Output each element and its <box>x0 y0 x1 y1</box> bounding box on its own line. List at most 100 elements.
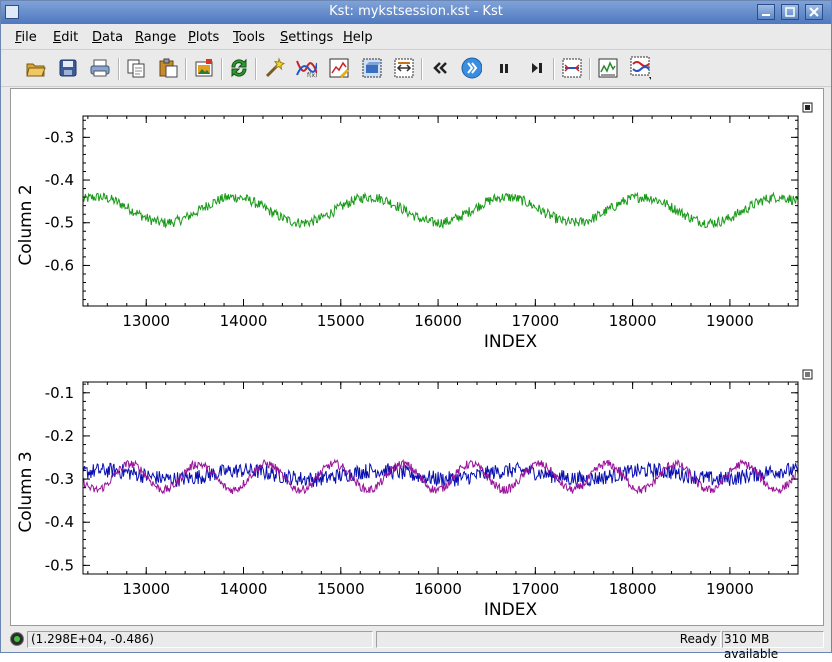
y-tick-label: -0.4 <box>45 171 74 189</box>
y-tick-label: -0.3 <box>45 470 74 488</box>
open-icon <box>26 63 46 77</box>
copy-button[interactable] <box>125 57 147 79</box>
menu-tools[interactable]: Tools <box>233 30 265 45</box>
advance-icon <box>532 63 542 73</box>
kst-window: Kst: mykstsession.kst - Kst File Edit Da… <box>0 0 832 661</box>
y-tick-label: -0.5 <box>45 556 74 574</box>
zoom-mode-button[interactable] <box>561 57 583 79</box>
x-tick-label: 14000 <box>220 312 268 330</box>
menu-data[interactable]: Data <box>92 30 123 45</box>
svg-text:f(x): f(x) <box>307 72 317 79</box>
y-tick-label: -0.3 <box>45 128 74 146</box>
menu-bar: File Edit Data Range Plots Tools Setting… <box>1 25 831 50</box>
y-axis-label: Column 3 <box>16 451 36 532</box>
y-tick-label: -0.1 <box>45 384 74 402</box>
plot-tie-box-fill <box>805 105 810 110</box>
series-line-1 <box>82 191 799 230</box>
x-tick-label: 17000 <box>511 580 559 598</box>
zoom-mode-icon <box>562 58 582 78</box>
minimize-icon <box>762 14 770 16</box>
export-image-button[interactable] <box>193 57 215 79</box>
open-button[interactable] <box>25 57 47 79</box>
view-manager-icon <box>394 58 414 78</box>
data-manager-button[interactable] <box>361 57 383 79</box>
curve-button[interactable]: f(x) <box>295 57 317 79</box>
menu-help[interactable]: Help <box>343 30 373 45</box>
x-tick-label: 18000 <box>609 580 657 598</box>
x-tick-label: 16000 <box>414 580 462 598</box>
window-title: Kst: mykstsession.kst - Kst <box>329 4 503 19</box>
plot-canvas[interactable]: -0.3 -0.4 -0.5 -0.6 13000 14000 15000 16000 1700… <box>10 88 824 626</box>
paste-icon <box>159 58 178 78</box>
plot-frame <box>82 115 799 307</box>
status-text: Ready <box>376 631 721 648</box>
data-manager-icon <box>362 58 382 78</box>
close-button[interactable] <box>805 4 823 20</box>
y-axis-label: Column 2 <box>16 184 36 265</box>
save-icon <box>59 59 77 77</box>
advance-button[interactable] <box>525 57 547 79</box>
status-bar: (1.298E+04, -0.486) Ready 310 MB availab… <box>1 628 831 661</box>
y-tick-label: -0.5 <box>45 214 74 232</box>
status-indicator-icon <box>10 632 24 646</box>
reload-button[interactable] <box>228 57 250 79</box>
play-icon <box>461 57 482 79</box>
menu-edit[interactable]: Edit <box>53 30 78 45</box>
x-tick-label: 13000 <box>122 312 170 330</box>
data-wizard-button[interactable] <box>263 57 285 79</box>
plot-dialog-button[interactable] <box>328 57 350 79</box>
menu-settings[interactable]: Settings <box>280 30 333 45</box>
layout-icon <box>598 58 618 78</box>
toolbar-separator <box>118 58 120 80</box>
paste-button[interactable] <box>157 57 179 79</box>
menu-file[interactable]: File <box>15 30 37 45</box>
graphics-mode-icon <box>630 56 651 80</box>
toolbar-separator <box>421 58 423 80</box>
x-tick-label: 19000 <box>706 580 754 598</box>
toolbar-separator <box>553 58 555 80</box>
x-tick-label: 18000 <box>609 312 657 330</box>
x-axis-label: INDEX <box>484 600 538 620</box>
toolbar-separator <box>589 58 591 80</box>
close-icon <box>809 7 819 17</box>
plot-dialog-icon <box>329 58 350 79</box>
menu-plots[interactable]: Plots <box>188 30 219 45</box>
back-button[interactable] <box>429 57 451 79</box>
graphics-mode-button[interactable] <box>629 56 651 80</box>
toolbar-separator <box>185 58 187 80</box>
x-tick-label: 17000 <box>511 312 559 330</box>
menu-file-rest: ile <box>21 30 37 45</box>
x-tick-label: 19000 <box>706 312 754 330</box>
play-button[interactable] <box>460 57 482 79</box>
toolbar-separator <box>255 58 257 80</box>
plot-canvas-svg[interactable]: -0.3 -0.4 -0.5 -0.6 13000 14000 15000 16000 1700… <box>11 89 823 625</box>
memory-available: 310 MB available <box>722 631 824 661</box>
back-icon <box>433 62 447 74</box>
menu-range[interactable]: Range <box>135 30 176 45</box>
status-led <box>14 636 20 642</box>
maximize-button[interactable] <box>781 4 799 20</box>
minimize-button[interactable] <box>757 4 775 20</box>
print-button[interactable] <box>89 57 111 79</box>
export-image-icon <box>195 59 213 77</box>
x-tick-label: 15000 <box>317 312 365 330</box>
x-axis-label: INDEX <box>484 332 538 352</box>
pause-button[interactable] <box>493 57 515 79</box>
reload-icon <box>231 58 247 78</box>
view-manager-button[interactable] <box>393 57 415 79</box>
plot-tie-box-fill <box>805 372 810 377</box>
print-icon <box>90 59 110 77</box>
layout-button[interactable] <box>597 57 619 79</box>
y-tick-label: -0.4 <box>45 513 74 531</box>
toolbar-separator <box>221 58 223 80</box>
maximize-icon <box>785 7 795 17</box>
x-tick-label: 13000 <box>122 580 170 598</box>
x-tick-label: 14000 <box>220 580 268 598</box>
x-tick-label: 15000 <box>317 580 365 598</box>
y-tick-label: -0.6 <box>45 256 74 274</box>
data-wizard-icon <box>265 57 285 78</box>
title-bar[interactable]: Kst: mykstsession.kst - Kst <box>1 1 831 24</box>
save-button[interactable] <box>57 57 79 79</box>
curve-icon: f(x) <box>296 60 317 79</box>
x-tick-label: 16000 <box>414 312 462 330</box>
